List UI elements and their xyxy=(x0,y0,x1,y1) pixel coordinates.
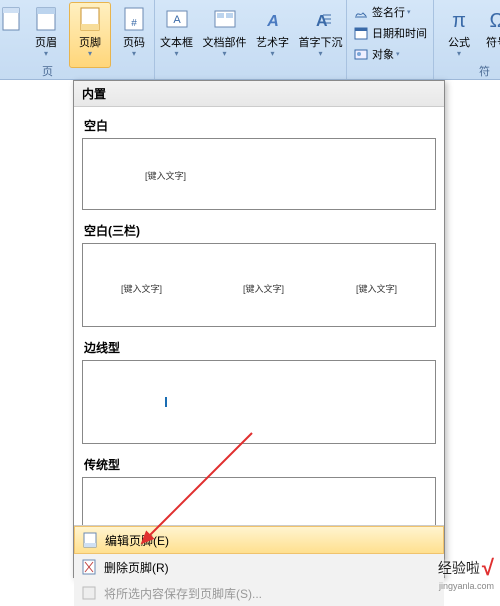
svg-text:A: A xyxy=(316,13,328,30)
template-edge[interactable] xyxy=(82,360,436,444)
cursor-mark xyxy=(165,397,167,407)
template-blank[interactable]: [键入文字] xyxy=(82,138,436,210)
chevron-down-icon: ▾ xyxy=(174,49,178,58)
gallery-footer-menu: 编辑页脚(E) 删除页脚(R) 将所选内容保存到页脚库(S)... xyxy=(74,525,444,606)
date-time-button[interactable]: 日期和时间 xyxy=(349,23,431,43)
svg-text:#: # xyxy=(131,18,137,29)
quick-parts-button[interactable]: 文档部件 ▾ xyxy=(200,2,250,68)
doc-icon xyxy=(0,5,25,35)
edit-footer-label: 编辑页脚(E) xyxy=(105,532,169,549)
gallery-section-header: 内置 xyxy=(74,81,444,107)
page-number-button[interactable]: # 页码 ▾ xyxy=(113,2,155,68)
save-gallery-icon xyxy=(80,584,98,602)
check-icon: √ xyxy=(482,555,494,581)
template-title-edge: 边线型 xyxy=(82,333,436,360)
chevron-down-icon: ▾ xyxy=(222,49,226,58)
footer-icon xyxy=(76,5,104,35)
symbol-button[interactable]: Ω 符号 xyxy=(482,2,500,68)
symbol-label: 符号 xyxy=(486,37,500,49)
chevron-down-icon: ▾ xyxy=(457,49,461,58)
wordart-icon: A xyxy=(259,5,287,35)
remove-footer-menu-item[interactable]: 删除页脚(R) xyxy=(74,554,444,580)
equation-label: 公式 xyxy=(448,37,470,49)
chevron-down-icon: ▾ xyxy=(407,8,411,16)
watermark-brand: 经验啦 xyxy=(438,558,480,578)
date-time-label: 日期和时间 xyxy=(372,25,427,41)
group-label: 符 xyxy=(479,63,490,79)
chevron-down-icon: ▾ xyxy=(318,49,322,58)
chevron-down-icon: ▾ xyxy=(132,49,136,58)
template-title-blank3: 空白(三栏) xyxy=(82,216,436,243)
footer-gallery-dropdown: 内置 空白 [键入文字] 空白(三栏) [键入文字] [键入文字] [键入文字]… xyxy=(73,80,445,578)
template-title-blank: 空白 xyxy=(82,111,436,138)
edit-footer-icon xyxy=(81,531,99,549)
chevron-down-icon: ▾ xyxy=(396,50,400,58)
symbol-icon: Ω xyxy=(483,5,500,35)
textbox-icon: A xyxy=(163,5,191,35)
watermark-url: jingyanla.com xyxy=(439,581,494,591)
edit-footer-menu-item[interactable]: 编辑页脚(E) xyxy=(74,526,444,554)
placeholder-text: [键入文字] xyxy=(243,282,284,295)
ribbon-group-symbols: π 公式 ▾ Ω 符号 符 xyxy=(433,0,500,79)
template-blank-3col[interactable]: [键入文字] [键入文字] [键入文字] xyxy=(82,243,436,327)
ribbon-group-header-footer: 页眉 ▾ 页脚 ▾ # 页码 ▾ 页 xyxy=(0,0,155,79)
ribbon-group-insert-misc: 签名行 ▾ 日期和时间 对象 ▾ xyxy=(347,0,433,79)
signature-icon xyxy=(353,4,369,20)
gallery-scroll-area[interactable]: 空白 [键入文字] 空白(三栏) [键入文字] [键入文字] [键入文字] 边线… xyxy=(74,107,444,525)
svg-text:Ω: Ω xyxy=(490,10,500,32)
svg-text:π: π xyxy=(452,10,466,32)
signature-line-button[interactable]: 签名行 ▾ xyxy=(349,2,431,22)
chevron-down-icon: ▾ xyxy=(44,49,48,58)
equation-button[interactable]: π 公式 ▾ xyxy=(438,2,480,68)
svg-text:A: A xyxy=(266,13,279,30)
footer-button[interactable]: 页脚 ▾ xyxy=(69,2,111,68)
dropcap-icon: A xyxy=(307,5,335,35)
ribbon-gutter xyxy=(0,2,23,68)
dropcap-label: 首字下沉 xyxy=(299,37,343,49)
ribbon: 页眉 ▾ 页脚 ▾ # 页码 ▾ 页 A xyxy=(0,0,500,80)
textbox-label: 文本框 xyxy=(160,37,193,49)
chevron-down-icon: ▾ xyxy=(88,49,92,58)
ribbon-group-text: A 文本框 ▾ 文档部件 ▾ A 艺术字 ▾ A xyxy=(155,0,347,79)
save-to-gallery-label: 将所选内容保存到页脚库(S)... xyxy=(104,585,262,602)
watermark: 经验啦 √ jingyanla.com xyxy=(438,555,494,581)
template-title-classic: 传统型 xyxy=(82,450,436,477)
svg-text:A: A xyxy=(173,14,181,26)
signature-label: 签名行 xyxy=(372,4,405,20)
footer-label: 页脚 xyxy=(79,37,101,49)
textbox-button[interactable]: A 文本框 ▾ xyxy=(156,2,198,68)
page-number-icon: # xyxy=(120,5,148,35)
placeholder-text: [键入文字] xyxy=(356,282,397,295)
object-label: 对象 xyxy=(372,46,394,62)
page-number-label: 页码 xyxy=(123,37,145,49)
template-classic[interactable]: 1 xyxy=(82,477,436,525)
calendar-icon xyxy=(353,25,369,41)
wordart-button[interactable]: A 艺术字 ▾ xyxy=(252,2,294,68)
save-to-gallery-menu-item: 将所选内容保存到页脚库(S)... xyxy=(74,580,444,606)
header-label: 页眉 xyxy=(35,37,57,49)
remove-footer-icon xyxy=(80,558,98,576)
quick-parts-label: 文档部件 xyxy=(203,37,247,49)
header-icon xyxy=(32,5,60,35)
placeholder-text: [键入文字] xyxy=(145,169,186,182)
equation-icon: π xyxy=(445,5,473,35)
header-button[interactable]: 页眉 ▾ xyxy=(25,2,67,68)
wordart-label: 艺术字 xyxy=(256,37,289,49)
object-icon xyxy=(353,46,369,62)
remove-footer-label: 删除页脚(R) xyxy=(104,559,169,576)
group-label: 页 xyxy=(42,63,53,79)
object-button[interactable]: 对象 ▾ xyxy=(349,44,431,64)
quick-parts-icon xyxy=(211,5,239,35)
chevron-down-icon: ▾ xyxy=(270,49,274,58)
dropcap-button[interactable]: A 首字下沉 ▾ xyxy=(296,2,346,68)
placeholder-text: [键入文字] xyxy=(121,282,162,295)
